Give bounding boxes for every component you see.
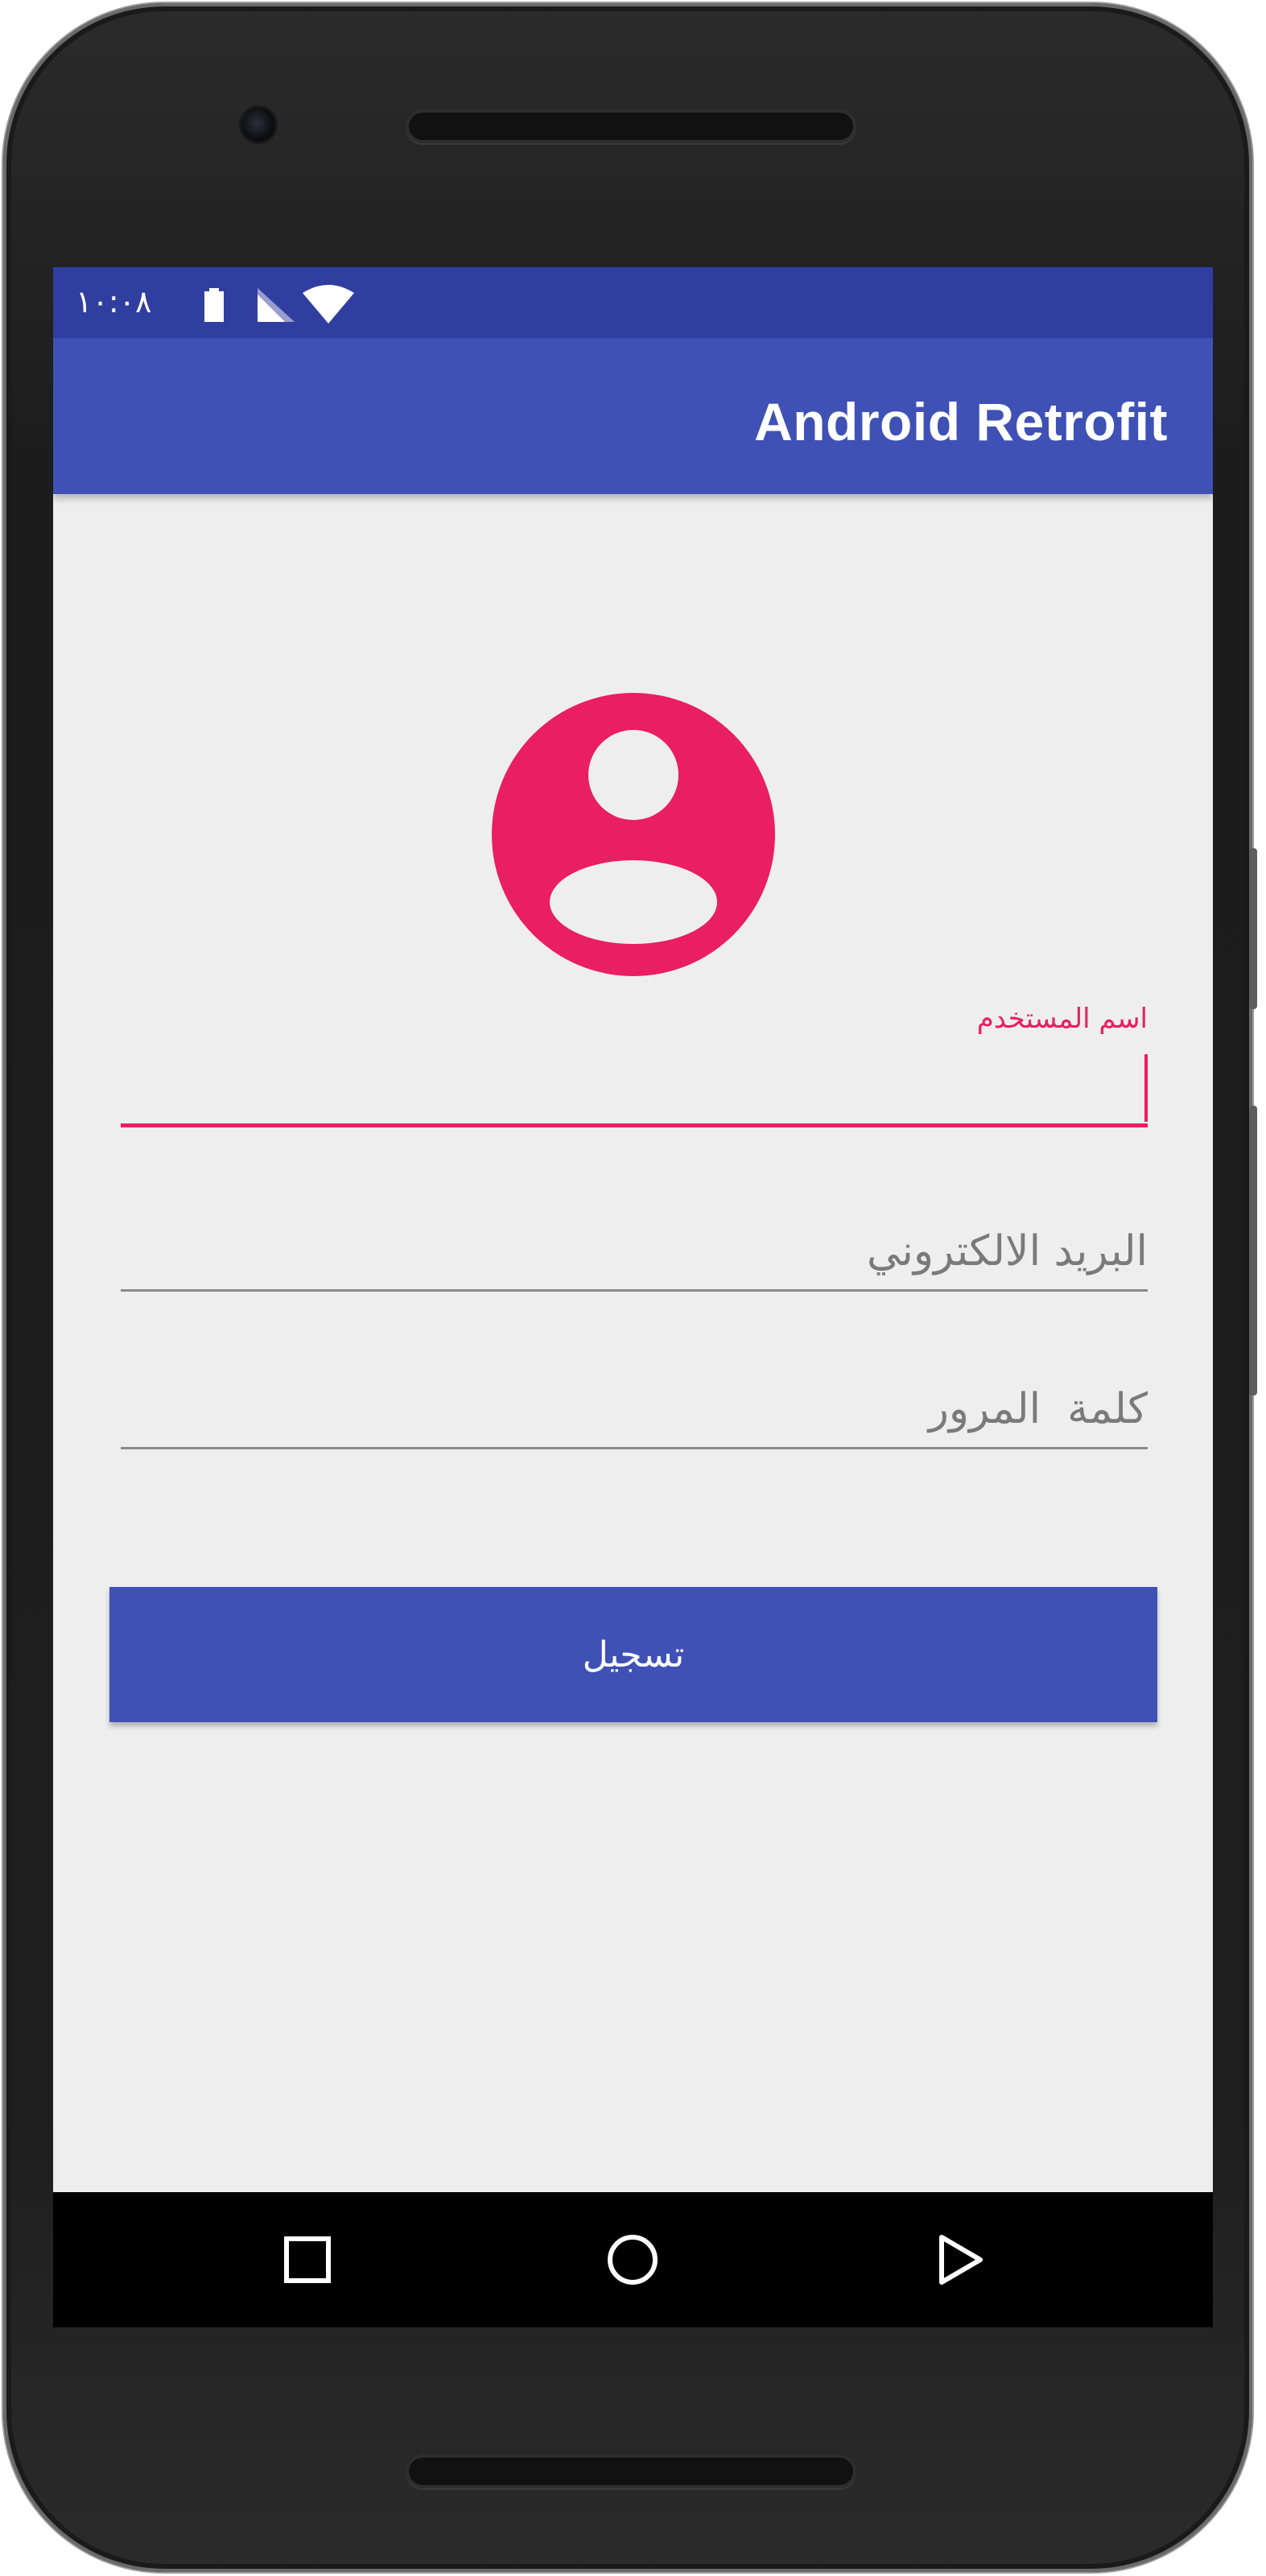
recents-icon[interactable] — [269, 2221, 346, 2298]
wifi-icon — [303, 285, 354, 324]
password-underline — [121, 1447, 1148, 1449]
back-icon[interactable] — [919, 2221, 996, 2298]
username-field: اسم المستخدم — [121, 1001, 1148, 1130]
status-time: ١٠:٠٨ — [76, 284, 152, 319]
status-bar: ١٠:٠٨ — [53, 267, 1213, 338]
password-field — [121, 1375, 1148, 1450]
account-circle-icon — [492, 693, 775, 976]
screen: ١٠:٠٨ Android Retrofit اسم المستخدم البر… — [53, 267, 1213, 2327]
front-camera — [241, 108, 275, 142]
email-underline — [121, 1289, 1148, 1292]
text-cursor — [1144, 1054, 1148, 1122]
username-underline — [121, 1123, 1148, 1127]
email-field — [121, 1217, 1148, 1292]
app-title: Android Retrofit — [754, 392, 1168, 451]
power-button — [1249, 848, 1257, 1009]
bottom-speaker — [406, 2454, 856, 2488]
password-input[interactable] — [121, 1375, 1148, 1444]
navigation-bar — [53, 2192, 1213, 2327]
volume-button — [1249, 1106, 1257, 1395]
signal-icon — [258, 288, 295, 322]
status-icons — [204, 285, 354, 324]
battery-icon — [204, 288, 224, 322]
email-input[interactable] — [121, 1217, 1148, 1286]
username-label: اسم المستخدم — [976, 1003, 1148, 1035]
top-speaker — [406, 109, 856, 143]
home-icon[interactable] — [594, 2221, 671, 2298]
phone-frame: ١٠:٠٨ Android Retrofit اسم المستخدم البر… — [3, 3, 1257, 2572]
app-bar: Android Retrofit — [53, 338, 1213, 494]
register-button[interactable]: تسجيل — [109, 1587, 1157, 1722]
username-input[interactable] — [121, 1051, 1148, 1115]
